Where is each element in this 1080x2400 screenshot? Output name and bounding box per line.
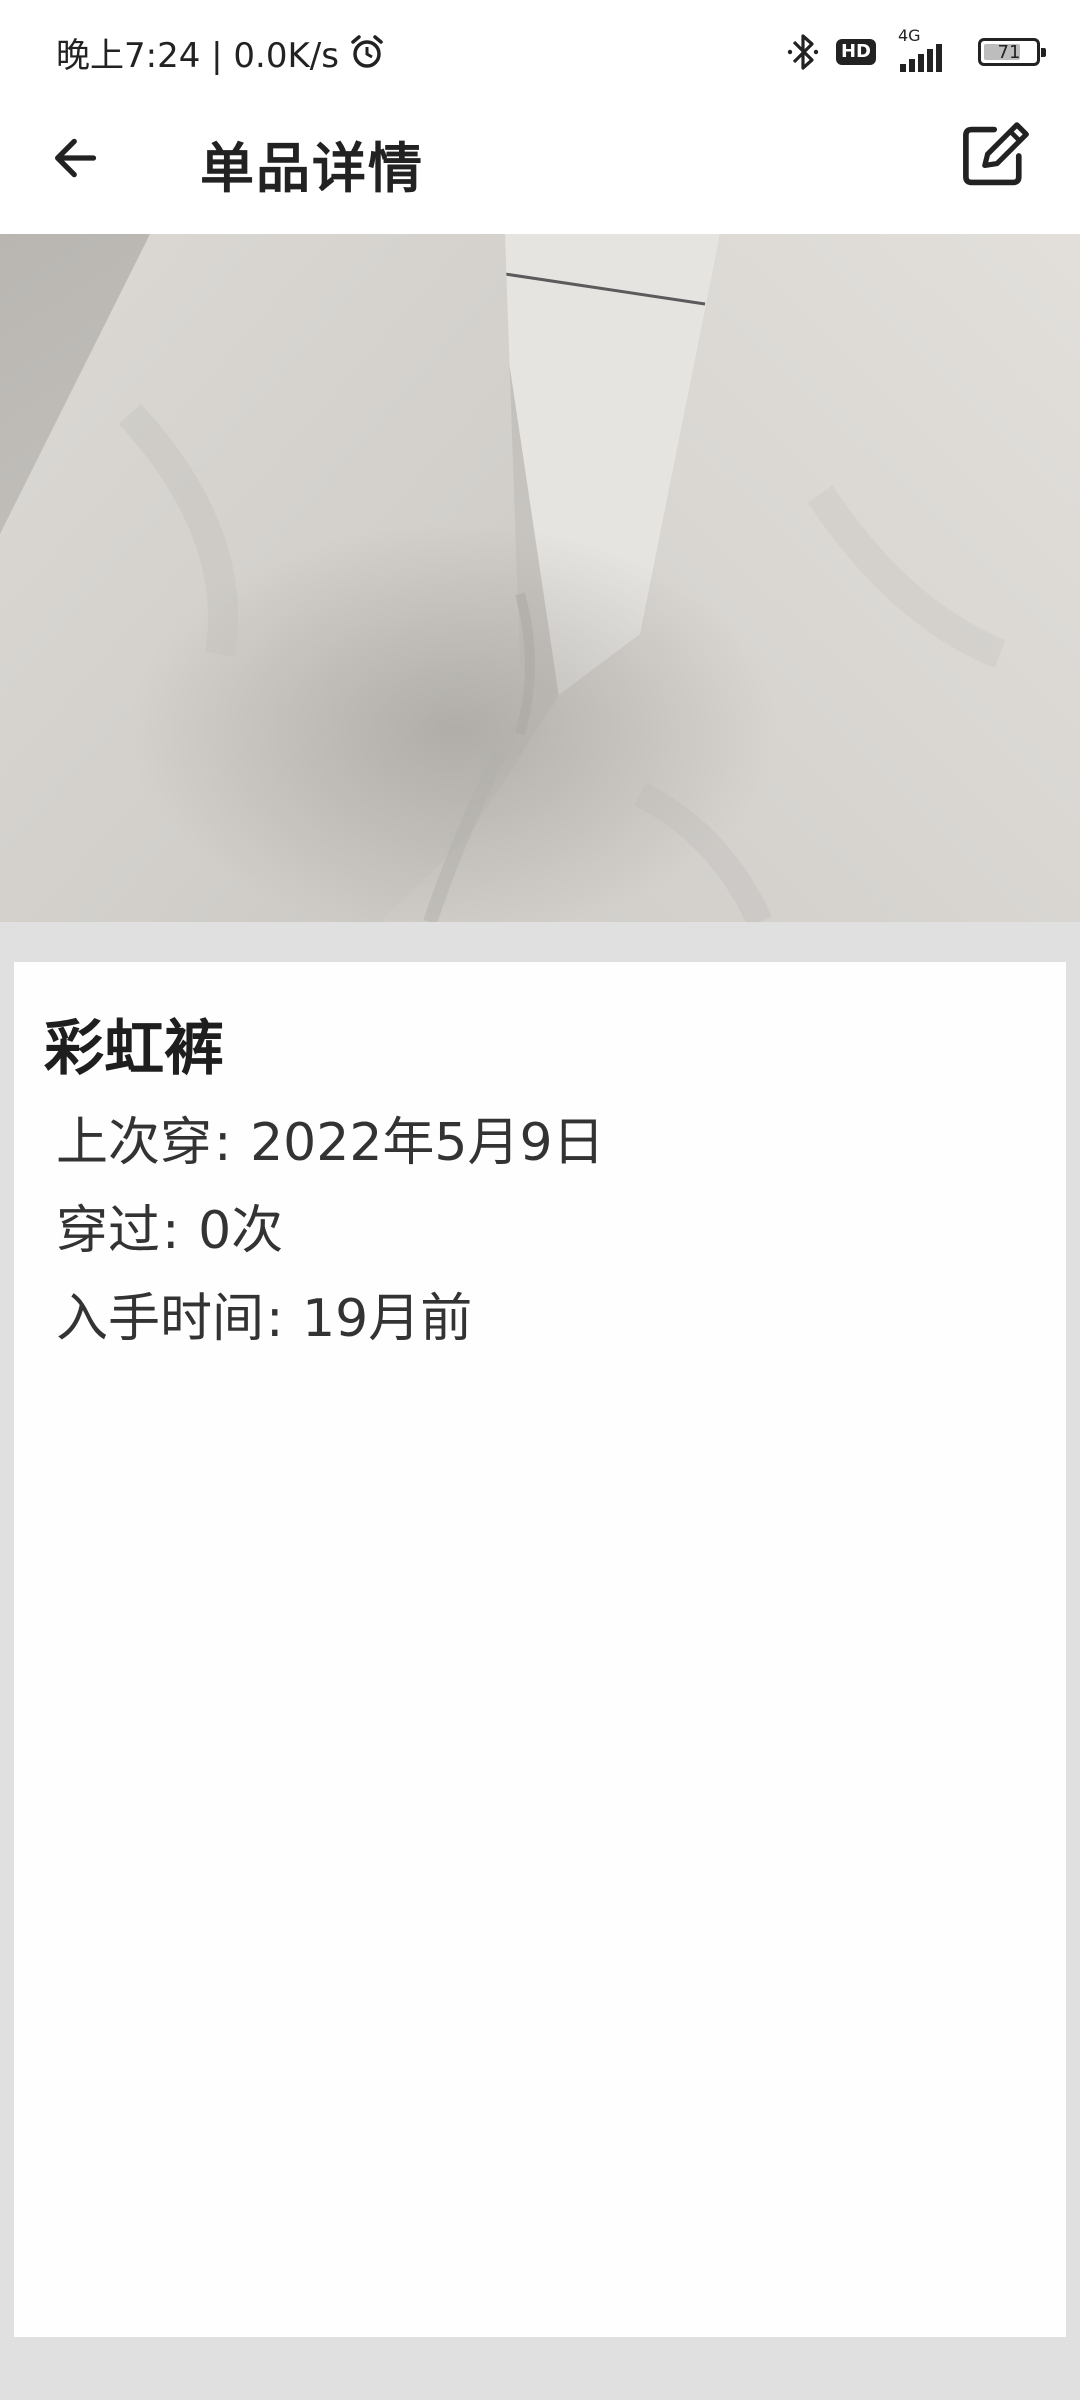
alarm-icon — [349, 34, 385, 70]
back-button[interactable] — [44, 126, 108, 190]
bluetooth-icon — [786, 32, 820, 72]
network-type: 4G — [898, 26, 921, 45]
times-worn-value: 0次 — [198, 1201, 284, 1261]
item-name: 彩虹裤 — [44, 1014, 224, 1084]
times-worn-label: 穿过 — [56, 1201, 161, 1261]
app-bar: 单品详情 — [0, 100, 1080, 234]
signal-icon: 4G — [892, 26, 962, 74]
battery-icon: 71 — [978, 38, 1046, 66]
acquired-row: 入手时间: 19月前 — [56, 1289, 473, 1349]
battery-level: 71 — [997, 41, 1021, 63]
status-right: HD 4G 71 — [786, 26, 1046, 76]
edit-icon — [963, 122, 1029, 186]
last-worn-value: 2022年5月9日 — [250, 1113, 605, 1173]
arrow-left-icon — [55, 138, 97, 178]
status-left: 晚上7:24 | 0.0K/s — [56, 28, 385, 76]
times-worn-row: 穿过: 0次 — [56, 1201, 284, 1261]
item-photo-image — [0, 234, 1080, 922]
acquired-value: 19月前 — [302, 1289, 473, 1349]
last-worn-row: 上次穿: 2022年5月9日 — [56, 1113, 605, 1173]
item-info-card: 彩虹裤 上次穿: 2022年5月9日 穿过: 0次 入手时间: 19月前 — [14, 962, 1066, 2337]
status-bar: 晚上7:24 | 0.0K/s HD 4G 71 — [0, 0, 1080, 100]
item-photo[interactable] — [0, 234, 1080, 922]
status-time-speed: 晚上7:24 | 0.0K/s — [56, 35, 339, 76]
last-worn-label: 上次穿 — [56, 1113, 213, 1173]
hd-badge: HD — [835, 39, 876, 65]
acquired-label: 入手时间 — [56, 1289, 265, 1349]
edit-button[interactable] — [956, 120, 1040, 192]
page-title: 单品详情 — [200, 137, 424, 200]
